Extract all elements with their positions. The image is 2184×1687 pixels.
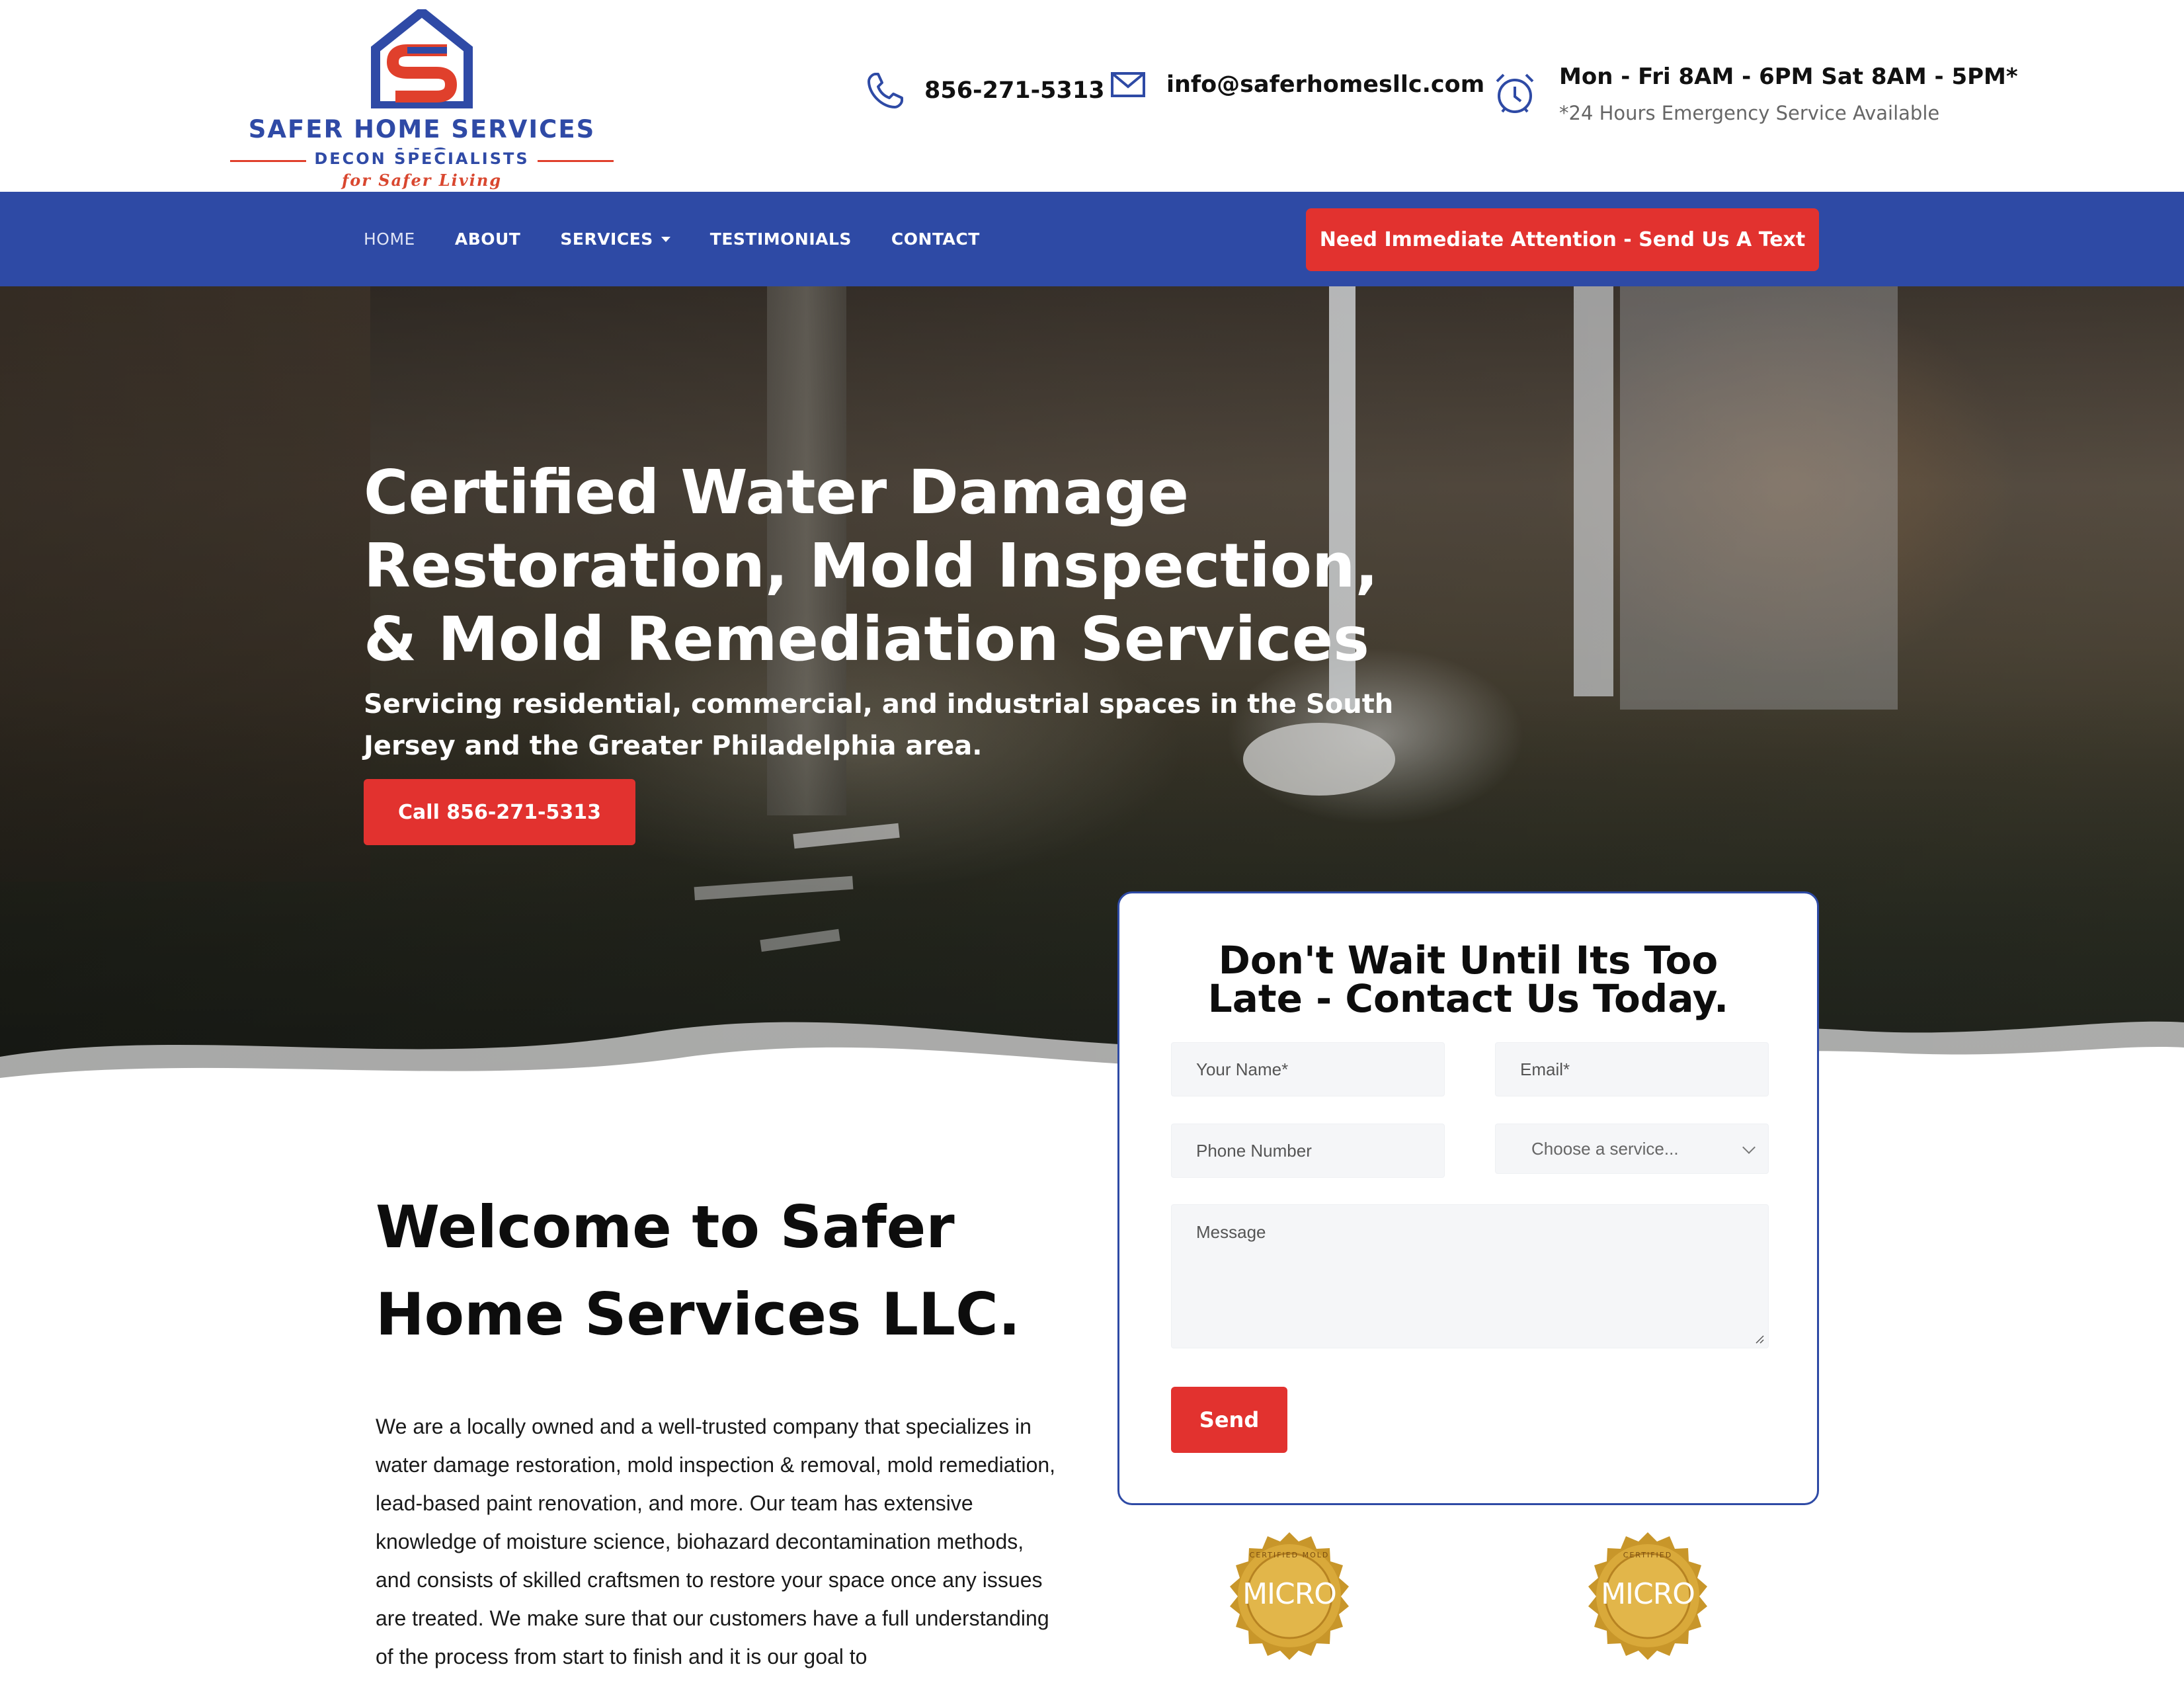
- badge-label: MICRO: [1242, 1577, 1337, 1611]
- tagline-text: DECON SPECIALISTS: [306, 149, 538, 168]
- company-logo[interactable]: SAFER HOME SERVICES LLC DECON SPECIALIST…: [230, 9, 614, 190]
- header-hours: Mon - Fri 8AM - 6PM Sat 8AM - 5PM* *24 H…: [1493, 63, 2018, 124]
- header-phone-number: 856-271-5313: [924, 77, 1105, 104]
- hero-subtitle: Servicing residential, commercial, and i…: [364, 689, 1394, 761]
- welcome-body: We are a locally owned and a well-truste…: [376, 1415, 1056, 1668]
- nav-services-label: SERVICES: [560, 229, 653, 249]
- name-field[interactable]: Your Name*: [1171, 1042, 1445, 1096]
- message-placeholder: Message: [1196, 1222, 1266, 1242]
- header-email-address: info@saferhomesllc.com: [1166, 71, 1485, 98]
- badge-ring-text: CERTIFIED: [1623, 1551, 1673, 1559]
- badge-ring-text: CERTIFIED MOLD: [1249, 1551, 1330, 1559]
- form-heading: Don't Wait Until Its Too Late - Contact …: [1207, 938, 1729, 1021]
- nav-services[interactable]: SERVICES: [560, 229, 670, 249]
- hero-section: Certified Water Damage Restoration, Mold…: [0, 286, 2184, 1085]
- nav-about[interactable]: ABOUT: [455, 229, 521, 249]
- site-header: SAFER HOME SERVICES LLC DECON SPECIALIST…: [0, 0, 2184, 192]
- email-field[interactable]: Email*: [1495, 1042, 1769, 1096]
- service-placeholder: Choose a service...: [1531, 1138, 1679, 1159]
- welcome-title: Welcome to Safer Home Services LLC.: [376, 1193, 1021, 1348]
- business-hours: Mon - Fri 8AM - 6PM Sat 8AM - 5PM*: [1559, 63, 2018, 90]
- call-now-button[interactable]: Call 856-271-5313: [364, 779, 635, 845]
- email-placeholder: Email*: [1520, 1059, 1570, 1079]
- send-text-button[interactable]: Need Immediate Attention - Send Us A Tex…: [1306, 208, 1819, 271]
- service-select[interactable]: Choose a service...: [1495, 1124, 1769, 1174]
- badge-label: MICRO: [1601, 1577, 1695, 1611]
- contact-form-card: Don't Wait Until Its Too Late - Contact …: [1117, 891, 1819, 1505]
- alarm-clock-icon: [1496, 73, 1534, 113]
- chevron-down-icon: [1742, 1141, 1756, 1154]
- phone-icon: [868, 73, 903, 108]
- company-slogan: for Safer Living: [341, 171, 503, 190]
- hero-title: Certified Water Damage Restoration, Mold…: [364, 457, 1379, 675]
- main-navigation: HOME ABOUT SERVICES TESTIMONIALS CONTACT…: [0, 192, 2184, 286]
- phone-field[interactable]: Phone Number: [1171, 1124, 1445, 1178]
- mail-icon: [1111, 72, 1145, 97]
- message-field[interactable]: Message: [1171, 1204, 1769, 1348]
- certification-badge: CERTIFIED MICRO: [1583, 1531, 1713, 1661]
- certification-badge: CERTIFIED MOLD MICRO: [1225, 1531, 1354, 1661]
- company-tagline: DECON SPECIALISTS: [230, 149, 614, 169]
- resize-handle-icon[interactable]: [1754, 1333, 1764, 1344]
- header-email[interactable]: info@saferhomesllc.com: [1111, 71, 1484, 98]
- nav-contact[interactable]: CONTACT: [891, 229, 980, 249]
- nav-testimonials[interactable]: TESTIMONIALS: [710, 229, 852, 249]
- send-button[interactable]: Send: [1171, 1387, 1287, 1453]
- header-phone[interactable]: 856-271-5313: [866, 71, 1105, 110]
- name-placeholder: Your Name*: [1196, 1059, 1289, 1079]
- nav-home[interactable]: HOME: [364, 229, 415, 249]
- house-logo-icon: [371, 9, 473, 108]
- emergency-note: *24 Hours Emergency Service Available: [1559, 102, 1940, 124]
- caret-down-icon: [661, 236, 670, 242]
- phone-placeholder: Phone Number: [1196, 1140, 1312, 1161]
- hero-wave-divider: [0, 1021, 2184, 1111]
